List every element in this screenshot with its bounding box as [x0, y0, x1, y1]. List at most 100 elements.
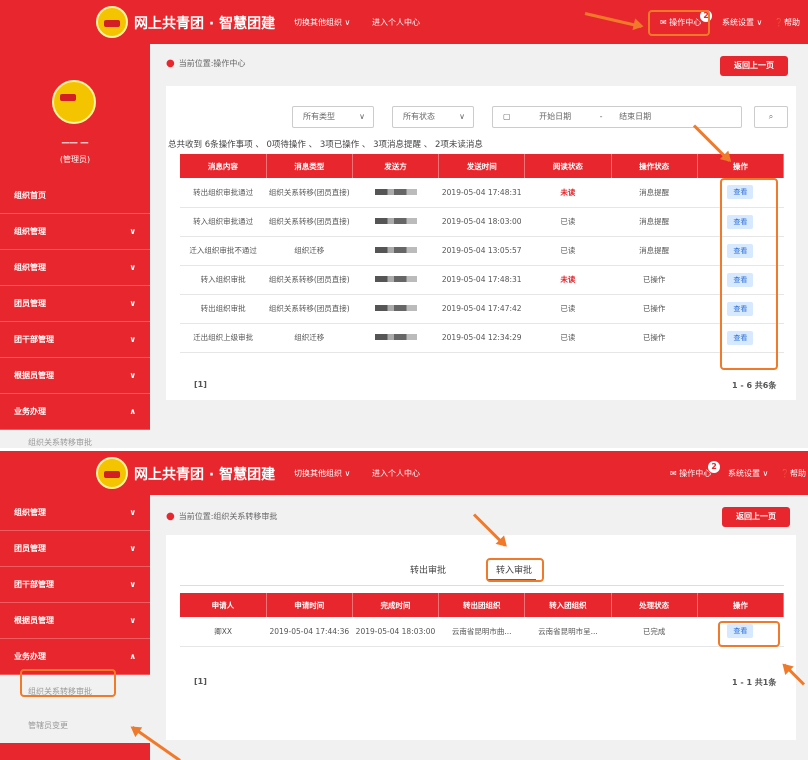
apply-time-cell: 2019-05-04 17:44:36 — [266, 617, 353, 647]
pager-total: 1 - 6 共6条 — [732, 381, 777, 390]
sidebar-item[interactable]: 根据员管理 ∨ — [0, 603, 150, 639]
settings-menu[interactable]: 系统设置 ∨ — [722, 17, 762, 28]
pager-total: 1 - 1 共1条 — [732, 678, 777, 687]
league-logo-icon — [96, 457, 128, 489]
sidebar-item-label: 业务办理 — [14, 652, 46, 661]
app-title: 网上共青团 · 智慧团建 — [134, 467, 276, 483]
sidebar-item[interactable]: 团员管理 ∨ — [0, 531, 150, 567]
sidebar-sub-org-transfer[interactable]: 组织关系转移审批 — [0, 430, 150, 448]
op-status-cell: 消息提醒 — [611, 178, 698, 208]
annotation-box-transfer-in-tab — [486, 558, 544, 582]
tab-transfer-out[interactable]: 转出审批 — [410, 563, 446, 576]
date-range-picker[interactable]: ▢ 开始日期 - 结束日期 — [492, 106, 742, 128]
help-link[interactable]: ❓帮助 — [780, 468, 806, 479]
read-status-cell: 已读 — [524, 207, 612, 237]
pager-page[interactable]: [1] — [194, 380, 207, 389]
type-filter-select[interactable]: 所有类型 ∨ — [292, 106, 374, 128]
read-status-cell: 未读 — [524, 178, 612, 208]
sidebar-item-label: 团干部管理 — [14, 580, 54, 589]
mail-icon: ✉ — [670, 469, 677, 478]
op-status-cell: 消息提醒 — [611, 236, 698, 266]
send-time-cell: 2019-05-04 12:34:29 — [438, 323, 525, 353]
message-content-cell: 转入组织审批 — [180, 265, 267, 295]
annotation-box-sidebar-sub — [20, 669, 116, 697]
redacted-name — [374, 247, 417, 253]
sidebar-item[interactable]: 组织管理 ∨ — [0, 250, 150, 286]
back-button[interactable]: 返回上一页 — [722, 507, 790, 527]
message-content-cell: 转出组织审批通过 — [180, 178, 267, 208]
column-header: 消息内容 — [180, 154, 267, 178]
user-name: 一一 一 — [61, 139, 89, 148]
message-type-cell: 组织迁移 — [266, 236, 353, 266]
sender-cell — [352, 265, 439, 295]
pager-page[interactable]: [1] — [194, 677, 207, 686]
table-row: 卿XX 2019-05-04 17:44:36 2019-05-04 18:03:0… — [180, 617, 784, 647]
ops-table: 消息内容 消息类型 发送方 发送时间 阅读状态 操作状态 操作 转出组织审批通过 组织关系转移… — [180, 154, 785, 353]
op-status-cell: 消息提醒 — [611, 207, 698, 237]
redacted-name — [374, 188, 417, 195]
column-header: 操作状态 — [611, 154, 698, 178]
status-filter-select[interactable]: 所有状态 ∨ — [392, 106, 474, 128]
column-header: 阅读状态 — [524, 154, 612, 178]
column-header: 消息类型 — [266, 154, 353, 178]
column-header: 申请人 — [180, 593, 267, 617]
column-header: 发送时间 — [438, 154, 526, 178]
help-link[interactable]: ❓帮助 — [774, 17, 800, 28]
sender-cell — [352, 207, 439, 237]
table-row: 转入组织审批通过 组织关系转移(团员直接) 2019-05-04 18:03:00 已… — [180, 207, 784, 237]
sidebar-item[interactable]: 业务办理 ∧ — [0, 394, 150, 430]
personal-center-link[interactable]: 进入个人中心 — [372, 468, 420, 479]
message-type-cell: 组织关系转移(团员直接) — [266, 207, 353, 237]
top-header: 网上共青团 · 智慧团建 切换其他组织 ∨ 进入个人中心 ✉ 操作中心 2 系统… — [0, 451, 808, 495]
breadcrumb: ● 当前位置:操作中心 — [166, 58, 246, 69]
send-time-cell: 2019-05-04 13:05:57 — [438, 236, 525, 266]
applicant-cell: 卿XX — [180, 617, 267, 647]
avatar — [52, 80, 96, 124]
sidebar-item[interactable]: 团干部管理 ∨ — [0, 567, 150, 603]
app-title: 网上共青团 · 智慧团建 — [134, 16, 276, 32]
end-date-input[interactable]: 结束日期 — [619, 112, 651, 121]
sidebar-item[interactable]: 组织管理 ∨ — [0, 495, 150, 531]
search-button[interactable]: ⌕ — [754, 106, 788, 128]
sidebar: 一一 一 (管理员) 组织首页 组织管理 ∨ 组织管理 ∨ 团员管理 ∨ 团干部管理 ∨ 根据员管… — [0, 44, 150, 448]
help-icon: ❓ — [780, 469, 790, 478]
read-status-cell: 已读 — [524, 323, 612, 353]
sidebar-item[interactable]: 团干部管理 ∨ — [0, 322, 150, 358]
switch-org-link[interactable]: 切换其他组织 ∨ — [294, 17, 350, 28]
summary-text: 总共收到 6条操作事项 、 0项待操作 、 3项已操作 、 3项消息提醒 、 2… — [168, 140, 483, 150]
chevron-icon: ∨ — [129, 616, 137, 625]
sidebar-sub-admin-change[interactable]: 管辖员变更 — [0, 709, 150, 743]
sidebar-item[interactable]: 根据员管理 ∨ — [0, 358, 150, 394]
annotation-box-view-column — [720, 178, 778, 370]
personal-center-link[interactable]: 进入个人中心 — [372, 17, 420, 28]
sidebar-item-label: 团员管理 — [14, 544, 46, 553]
start-date-input[interactable]: 开始日期 — [539, 112, 571, 121]
calendar-icon: ▢ — [503, 112, 511, 121]
redacted-name — [374, 218, 417, 224]
table-row: 转出组织审批 组织关系转移(团员直接) 2019-05-04 17:47:42 已读已… — [180, 294, 784, 324]
switch-org-link[interactable]: 切换其他组织 ∨ — [294, 468, 350, 479]
back-button[interactable]: 返回上一页 — [720, 56, 788, 76]
settings-menu[interactable]: 系统设置 ∨ — [728, 468, 768, 479]
location-pin-icon: ● — [166, 511, 175, 522]
column-header: 发送方 — [352, 154, 440, 178]
from-org-cell: 云南省昆明市曲... — [438, 617, 525, 647]
sender-cell — [352, 236, 439, 266]
ops-center-link[interactable]: ✉ 操作中心 — [670, 468, 711, 479]
ops-center-badge: 2 — [708, 461, 720, 473]
chevron-icon: ∧ — [129, 652, 137, 661]
message-content-cell: 迁出组织上级审批 — [180, 323, 267, 353]
op-status-cell: 已操作 — [611, 294, 698, 324]
sidebar-item[interactable]: 组织管理 ∨ — [0, 214, 150, 250]
send-time-cell: 2019-05-04 17:48:31 — [438, 178, 525, 208]
approval-table: 申请人 申请时间 完成时间 转出团组织 转入团组织 处理状态 操作 卿XX 2019-05-0… — [180, 593, 785, 647]
sidebar-item[interactable]: 组织首页 — [0, 178, 150, 214]
chevron-icon: ∨ — [129, 227, 137, 236]
chevron-icon: ∧ — [129, 407, 137, 416]
sidebar-item[interactable]: 团员管理 ∨ — [0, 286, 150, 322]
status-cell: 已完成 — [611, 617, 698, 647]
column-header: 处理状态 — [611, 593, 698, 617]
op-status-cell: 已操作 — [611, 265, 698, 295]
send-time-cell: 2019-05-04 17:48:31 — [438, 265, 525, 295]
screenshot-transfer-approval: 网上共青团 · 智慧团建 切换其他组织 ∨ 进入个人中心 ✉ 操作中心 2 系统… — [0, 451, 808, 760]
